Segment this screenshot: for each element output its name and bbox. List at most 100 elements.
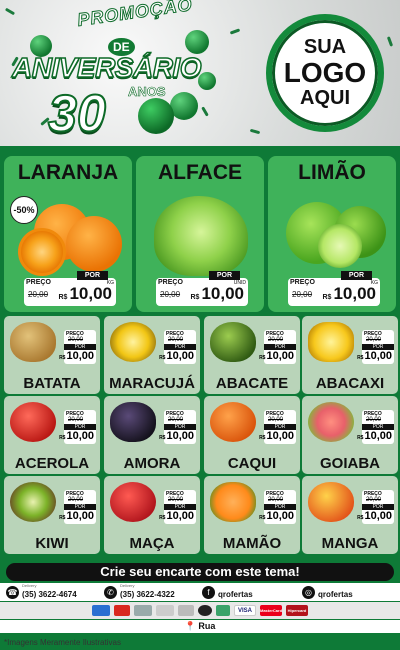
price-tag: PREÇO 20,00 POR R$10,00	[159, 490, 196, 524]
new-price: R$10,00	[59, 284, 113, 304]
new-price-value: 10,00	[364, 430, 392, 442]
new-price: R$10,00	[323, 284, 377, 304]
price-tag: PREÇO POR 20,00 KG R$ 10,00	[24, 271, 116, 306]
product-card-kiwi: PREÇO 20,00 POR R$10,00 KIWI	[4, 476, 100, 554]
product-card-acerola: PREÇO 20,00 POR R$10,00 ACEROLA	[4, 396, 100, 474]
old-price: 20,00	[160, 290, 181, 299]
new-price: R$10,00	[259, 350, 294, 362]
featured-card-laranja: LARANJA -50% PREÇO POR 20,00 KG R$ 10,00	[4, 156, 132, 312]
product-image	[308, 322, 354, 362]
currency-label: R$	[259, 355, 266, 361]
featured-card-alface: ALFACE PREÇO POR 20,00 UNID R$ 10,00	[136, 156, 264, 312]
price-tag: PREÇO 20,00 POR R$10,00	[259, 410, 296, 444]
new-price-value: 10,00	[69, 284, 112, 303]
old-price: 20,00	[68, 417, 84, 423]
price-tag: PREÇO 20,00 POR R$10,00	[357, 410, 394, 444]
phone-icon: ☎	[6, 586, 19, 599]
product-name: ACEROLA	[14, 455, 90, 472]
old-price: 20,00	[292, 290, 313, 299]
product-name: ABACATE	[215, 375, 289, 392]
new-price: R$10,00	[357, 430, 392, 442]
old-price: 20,00	[168, 337, 184, 343]
new-price-value: 10,00	[333, 284, 376, 303]
elo-icon	[198, 605, 212, 616]
location-pin-icon: 📍	[184, 621, 196, 631]
price-label: PREÇO	[158, 279, 183, 286]
new-price: R$10,00	[59, 350, 94, 362]
new-price-value: 10,00	[66, 350, 94, 362]
contact-value: qrofertas	[318, 589, 353, 599]
price-label: PREÇO	[290, 279, 315, 286]
product-image	[210, 402, 256, 442]
new-price: R$10,00	[259, 510, 294, 522]
product-image	[308, 402, 354, 442]
anniversary-number: 30	[47, 84, 107, 144]
new-price-value: 10,00	[166, 350, 194, 362]
product-name: GOIABA	[320, 455, 380, 472]
card-icon	[114, 605, 130, 616]
old-price: 20,00	[366, 417, 382, 423]
old-price: 20,00	[366, 497, 382, 503]
card-icon	[156, 605, 174, 616]
card-icon	[92, 605, 110, 616]
featured-name: ALFACE	[158, 161, 242, 184]
price-tag: PREÇO 20,00 POR R$10,00	[357, 330, 394, 364]
product-image	[10, 402, 56, 442]
visa-icon: VISA	[234, 605, 256, 616]
new-price: R$10,00	[357, 350, 392, 362]
product-name: MANGA	[321, 535, 379, 552]
cta-banner[interactable]: Crie seu encarte com este tema!	[6, 563, 394, 581]
promo-aniversario: ANIVERSÁRIO	[11, 51, 202, 84]
featured-name: LIMÃO	[298, 161, 366, 184]
contact-value: (35) 3622-4322	[120, 589, 175, 599]
address-bar: 📍 Rua	[0, 620, 400, 633]
new-price-value: 10,00	[66, 430, 94, 442]
price-tag: PREÇO 20,00 POR R$10,00	[59, 490, 96, 524]
currency-label: R$	[59, 435, 66, 441]
discount-badge: -50%	[10, 196, 38, 224]
mastercard-icon: MasterCard	[260, 605, 282, 616]
confetti	[386, 36, 394, 47]
currency-label: R$	[357, 435, 364, 441]
product-card-goiaba: PREÇO 20,00 POR R$10,00 GOIABA	[302, 396, 398, 474]
currency-label: R$	[58, 294, 68, 301]
new-price: R$10,00	[191, 284, 245, 304]
price-tag: PREÇO 20,00 POR R$10,00	[59, 410, 96, 444]
product-image	[110, 482, 156, 522]
contact-phone[interactable]: ☎ Delivery (35) 3622-4674	[6, 583, 77, 600]
address-text: Rua	[198, 621, 216, 631]
contact-whatsapp[interactable]: ✆ Delivery (35) 3622-4322	[104, 583, 175, 600]
currency-label: R$	[357, 515, 364, 521]
contact-facebook[interactable]: f qrofertas	[202, 585, 253, 600]
new-price: R$10,00	[59, 510, 94, 522]
confetti	[249, 128, 261, 135]
card-icon	[178, 605, 194, 616]
new-price: R$10,00	[159, 510, 194, 522]
new-price: R$10,00	[357, 510, 392, 522]
currency-label: R$	[59, 355, 66, 361]
logo-line-2: LOGO	[283, 57, 367, 89]
balloon	[138, 98, 174, 134]
old-price: 20,00	[366, 337, 382, 343]
card-icon	[134, 605, 152, 616]
lime-slice-image	[318, 224, 362, 268]
new-price: R$10,00	[159, 350, 194, 362]
currency-label: R$	[159, 435, 166, 441]
product-card-caqui: PREÇO 20,00 POR R$10,00 CAQUI	[204, 396, 300, 474]
product-name: MARACUJÁ	[109, 375, 195, 392]
old-price: 20,00	[168, 417, 184, 423]
lettuce-image	[154, 196, 248, 276]
new-price-value: 10,00	[166, 430, 194, 442]
product-image	[210, 482, 256, 522]
contact-instagram[interactable]: ◎ qrofertas	[302, 585, 353, 600]
product-card-maracujá: PREÇO 20,00 POR R$10,00 MARACUJÁ	[104, 316, 200, 394]
new-price: R$10,00	[259, 430, 294, 442]
old-price: 20,00	[68, 497, 84, 503]
currency-label: R$	[190, 294, 200, 301]
product-card-amora: PREÇO 20,00 POR R$10,00 AMORA	[104, 396, 200, 474]
product-image	[210, 322, 256, 362]
product-name: BATATA	[23, 375, 81, 392]
new-price-value: 10,00	[266, 350, 294, 362]
currency-label: R$	[322, 294, 332, 301]
currency-label: R$	[259, 435, 266, 441]
